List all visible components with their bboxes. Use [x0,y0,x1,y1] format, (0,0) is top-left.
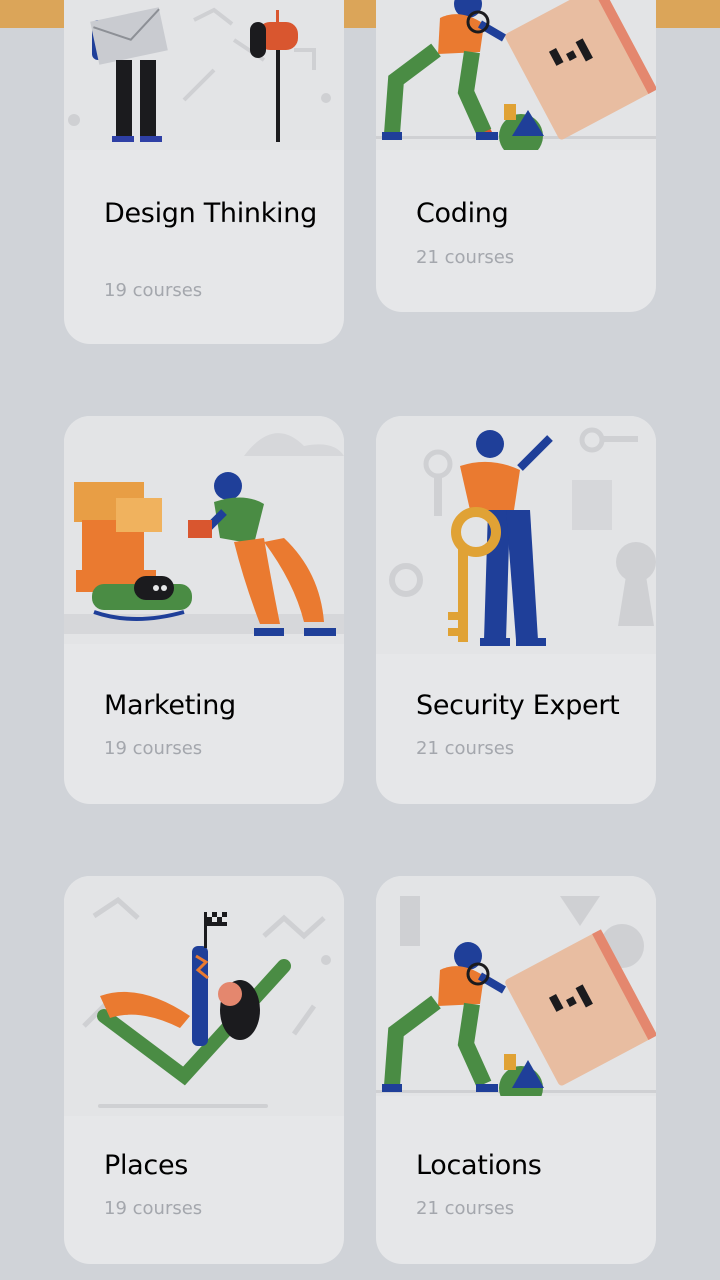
course-count: 21 courses [416,738,515,759]
person-with-magnifier-book-illustration [376,0,656,150]
category-title: Coding [416,198,509,229]
person-with-mailbox-illustration [64,0,344,150]
category-title: Security Expert [416,690,620,721]
person-holding-key-illustration [376,416,656,654]
person-with-drone-boxes-illustration [64,416,344,644]
category-card-locations[interactable]: Locations 21 courses [376,876,656,1264]
category-card-marketing[interactable]: Marketing 19 courses [64,416,344,804]
category-card-security-expert[interactable]: Security Expert 21 courses [376,416,656,804]
top-accent-strip [0,0,64,28]
person-with-magnifier-book-illustration [376,876,656,1096]
category-title: Locations [416,1150,542,1181]
category-card-design-thinking[interactable]: Design Thinking 19 courses [64,0,344,344]
course-count: 21 courses [416,1198,515,1219]
person-with-flag-illustration [64,876,344,1116]
course-count: 19 courses [104,280,203,301]
category-card-coding[interactable]: Coding 21 courses [376,0,656,312]
course-count: 21 courses [416,247,515,268]
top-accent-strip [344,0,376,28]
category-title: Places [104,1150,189,1181]
category-card-places[interactable]: Places 19 courses [64,876,344,1264]
course-count: 19 courses [104,738,203,759]
category-title: Marketing [104,690,236,721]
category-title: Design Thinking [104,198,317,229]
top-accent-strip [656,0,720,28]
course-count: 19 courses [104,1198,203,1219]
